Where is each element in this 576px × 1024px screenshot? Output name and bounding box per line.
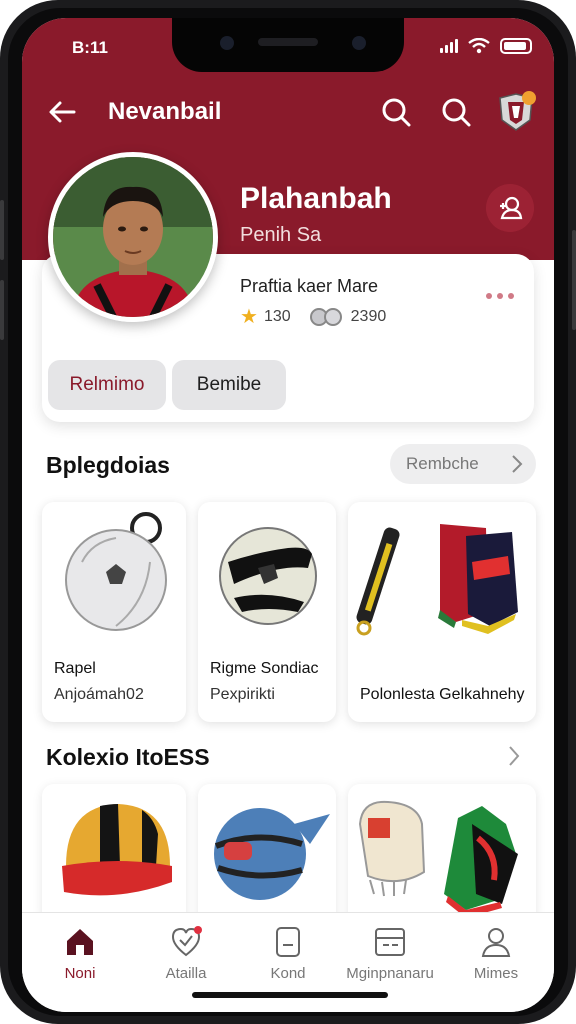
nav-item-favorites[interactable]: Atailla — [138, 925, 234, 982]
cap-icon — [62, 804, 172, 896]
app-screen: B:11 Nevanbail Plahanbah Penih Sa Prafti… — [22, 18, 554, 1012]
more-options-icon[interactable] — [486, 288, 520, 304]
player-stats: ★ 130 2390 — [240, 304, 386, 329]
notch — [172, 18, 404, 72]
club-badge-icon[interactable] — [496, 90, 536, 134]
collection-item-ball[interactable] — [198, 784, 336, 924]
signal-icon — [440, 39, 458, 53]
ball-icon — [214, 808, 330, 900]
volume-down-button — [0, 280, 4, 340]
soccer-ball-icon — [219, 527, 317, 625]
calendar-icon — [375, 928, 405, 956]
status-time: B:11 — [72, 38, 108, 57]
nav-label: Kond — [270, 965, 306, 982]
collection-item-cap[interactable] — [42, 784, 186, 924]
section-title: Kolexio ItoESS — [46, 744, 210, 770]
status-icons — [440, 38, 532, 54]
product-card[interactable]: Rapel Anjoámah02 — [42, 502, 186, 722]
product-subtitle: Pexpirikti — [210, 686, 275, 703]
power-button — [572, 230, 576, 330]
product-subtitle: Anjoámah02 — [54, 686, 144, 703]
phone-frame: B:11 Nevanbail Plahanbah Penih Sa Prafti… — [0, 0, 576, 1024]
volume-up-button — [0, 200, 4, 260]
heart-icon — [171, 926, 202, 957]
search-icon[interactable] — [378, 94, 414, 130]
product-card[interactable]: Polonlesta Gelkahnehy — [348, 502, 536, 722]
top-bar: Nevanbail — [22, 90, 554, 136]
home-icon — [67, 929, 93, 955]
wifi-icon — [468, 38, 490, 54]
product-title: Rapel — [54, 660, 96, 677]
chevron-right-icon — [512, 455, 523, 473]
page-title: Nevanbail — [108, 98, 222, 125]
rating-value: 130 — [263, 307, 291, 325]
product-card[interactable]: Rigme Sondiac Pexpirikti — [198, 502, 336, 722]
back-button[interactable] — [44, 94, 80, 130]
person-icon — [481, 928, 511, 957]
player-name: Plahanbah — [240, 182, 392, 215]
shin-guards-icon — [356, 524, 518, 636]
player-role: Penih Sa — [240, 224, 322, 246]
nav-label: Mginpnanaru — [346, 965, 434, 982]
player-avatar[interactable] — [48, 152, 218, 322]
see-all-label: Rembche — [406, 454, 479, 473]
tab-bemibe[interactable]: Bemibe — [172, 360, 286, 410]
nav-label: Noni — [64, 965, 96, 982]
nav-item-calendar[interactable]: Mginpnanaru — [342, 925, 438, 982]
chevron-right-icon[interactable] — [506, 744, 522, 768]
star-icon: ★ — [240, 306, 258, 328]
gloves-boots-icon — [358, 800, 518, 918]
player-photo — [53, 157, 213, 317]
section-title: Bplegdoias — [46, 452, 170, 478]
speaker-grille — [258, 38, 318, 46]
see-all-button[interactable]: Rembche — [390, 444, 536, 484]
nav-item-profile[interactable]: Mimes — [448, 925, 544, 982]
card-icon — [276, 927, 300, 957]
product-title: Polonlesta Gelkahnehy — [360, 686, 525, 703]
nav-item-card[interactable]: Kond — [240, 925, 336, 982]
search-icon[interactable] — [438, 94, 474, 130]
ball-keychain-icon — [65, 512, 167, 631]
player-club: Praftia kaer Mare — [240, 276, 379, 296]
points-value: 2390 — [350, 307, 387, 325]
nav-label: Mimes — [473, 965, 519, 982]
camera-icon — [220, 36, 234, 50]
product-title: Rigme Sondiac — [210, 660, 319, 677]
collection-item-gear[interactable] — [348, 784, 536, 924]
home-indicator[interactable] — [192, 992, 388, 998]
coin-icon — [309, 307, 342, 326]
sensor-icon — [352, 36, 366, 50]
battery-icon — [500, 38, 532, 54]
nav-label: Atailla — [165, 965, 207, 982]
tab-relmimo[interactable]: Relmimo — [48, 360, 166, 410]
add-friend-button[interactable] — [486, 184, 534, 232]
nav-item-home[interactable]: Noni — [32, 925, 128, 982]
